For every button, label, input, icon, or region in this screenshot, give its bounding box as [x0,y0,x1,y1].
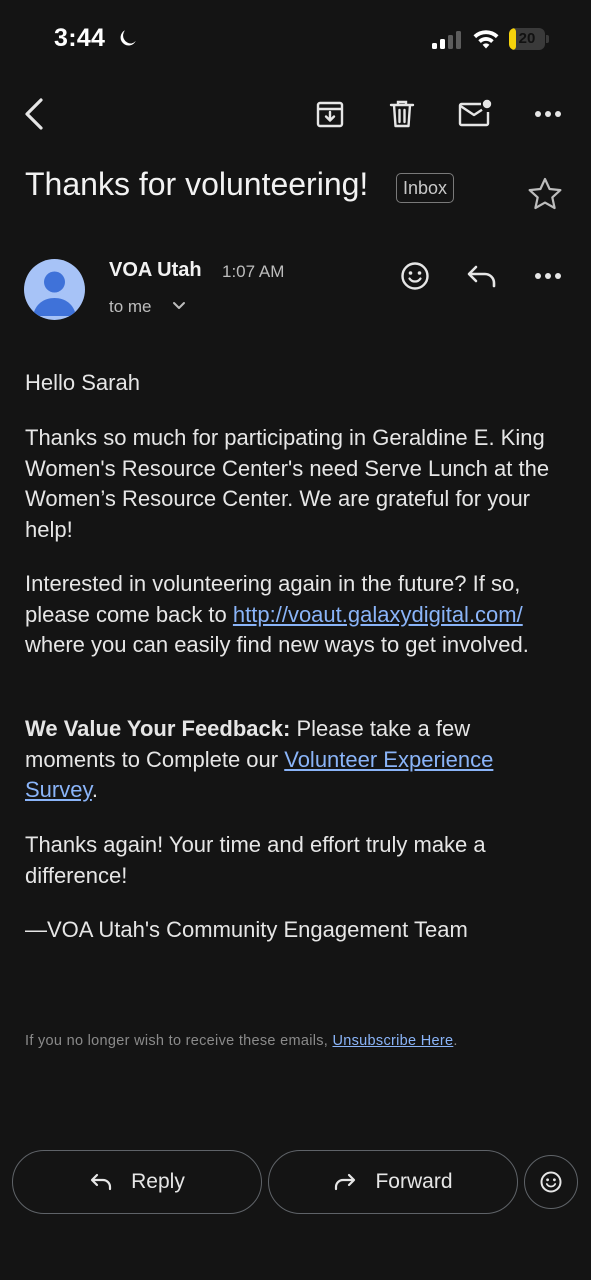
moon-icon [118,28,138,48]
sender-name[interactable]: VOA Utah [109,259,202,282]
galaxy-digital-link[interactable]: http://voaut.galaxydigital.com/ [233,602,523,627]
reply-label: Reply [131,1170,185,1193]
forward-icon [333,1172,357,1192]
feedback-paragraph: We Value Your Feedback: Please take a fe… [25,716,494,802]
archive-icon[interactable] [310,94,350,134]
emoji-reaction-icon[interactable] [398,259,432,293]
emoji-icon [538,1169,564,1195]
signature: —VOA Utah's Community Engagement Team [25,917,468,942]
reply-icon[interactable] [465,262,499,290]
star-icon[interactable] [526,176,564,212]
recipient-summary[interactable]: to me [109,297,152,317]
inbox-label-chip[interactable]: Inbox [396,173,455,203]
mail-unread-icon[interactable] [455,94,495,134]
sent-time: 1:07 AM [222,262,285,281]
back-arrow-icon[interactable] [14,94,54,134]
trash-icon[interactable] [382,94,422,134]
more-horizontal-icon[interactable] [528,94,568,134]
forward-label: Forward [375,1170,453,1193]
message-paragraph: Thanks again! Your time and effort truly… [25,832,486,888]
battery-level: 20 [518,30,536,47]
greeting: Hello Sarah [25,370,140,395]
status-time: 3:44 [54,24,106,52]
email-subject: Thanks for volunteering! [25,166,369,202]
emoji-reaction-button[interactable] [524,1155,578,1209]
unsubscribe-note: If you no longer wish to receive these e… [25,1033,458,1049]
reply-icon [89,1172,113,1192]
forward-button[interactable]: Forward [268,1150,518,1214]
message-paragraph: Interested in volunteering again in the … [25,571,529,657]
more-options-icon[interactable] [534,272,562,280]
battery-indicator: 20 [509,28,549,50]
reply-button[interactable]: Reply [12,1150,262,1214]
avatar[interactable] [24,259,85,320]
chevron-down-icon[interactable] [172,300,186,312]
cellular-signal-icon [432,30,462,50]
wifi-icon [472,28,500,50]
unsubscribe-link[interactable]: Unsubscribe Here [332,1033,453,1049]
message-paragraph: Thanks so much for participating in Gera… [25,425,550,542]
